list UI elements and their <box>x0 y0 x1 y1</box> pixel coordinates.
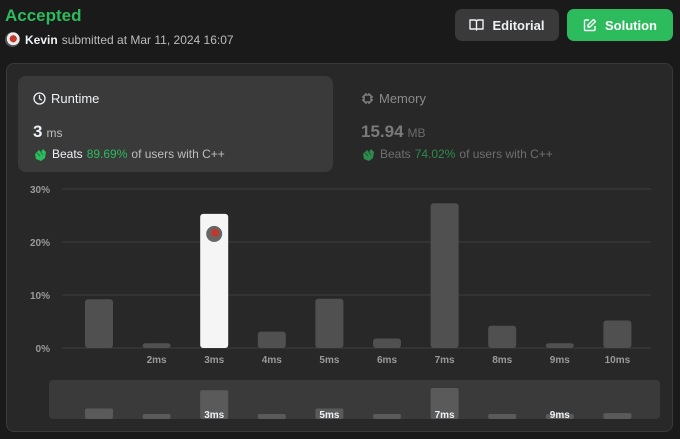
navigator-label: 9ms <box>550 410 570 421</box>
runtime-distribution-chart: 30% 20% 10% 0% 2ms 3ms 4ms 5ms 6ms 7ms 8ms 9ms 10ms 3… <box>30 185 651 421</box>
navigator-label: 7ms <box>435 410 455 421</box>
x-tick-label: 2ms <box>147 355 167 366</box>
navigator-label: 3ms <box>204 410 224 421</box>
x-tick-label: 3ms <box>204 355 224 366</box>
chart-bar[interactable] <box>603 320 632 348</box>
navigator-bar <box>142 414 171 419</box>
navigator-bar <box>85 408 113 419</box>
chart-bar[interactable] <box>430 203 459 348</box>
navigator-label: 5ms <box>319 410 339 421</box>
y-tick-label: 10% <box>30 291 50 302</box>
navigator-bar <box>488 414 517 419</box>
navigator-bar <box>257 414 286 419</box>
chart-bar[interactable] <box>257 331 286 348</box>
chart-bar[interactable] <box>85 299 113 348</box>
y-tick-label: 30% <box>30 185 50 196</box>
x-tick-label: 9ms <box>550 355 570 366</box>
x-tick-label: 10ms <box>605 355 631 366</box>
chart-bar[interactable] <box>545 343 574 348</box>
y-tick-label: 0% <box>36 344 51 355</box>
chart-bar[interactable] <box>142 343 171 348</box>
x-tick-label: 6ms <box>377 355 397 366</box>
chart-bar[interactable] <box>488 325 517 348</box>
chart-bar[interactable] <box>315 298 344 348</box>
x-tick-label: 5ms <box>319 355 339 366</box>
chart-bar[interactable] <box>373 338 401 348</box>
y-tick-label: 20% <box>30 238 50 249</box>
x-tick-label: 4ms <box>262 355 282 366</box>
x-tick-label: 7ms <box>435 355 455 366</box>
user-marker-avatar-detail <box>211 228 220 237</box>
navigator-bar <box>603 413 632 419</box>
navigator-bar <box>373 414 401 419</box>
x-tick-label: 8ms <box>492 355 512 366</box>
